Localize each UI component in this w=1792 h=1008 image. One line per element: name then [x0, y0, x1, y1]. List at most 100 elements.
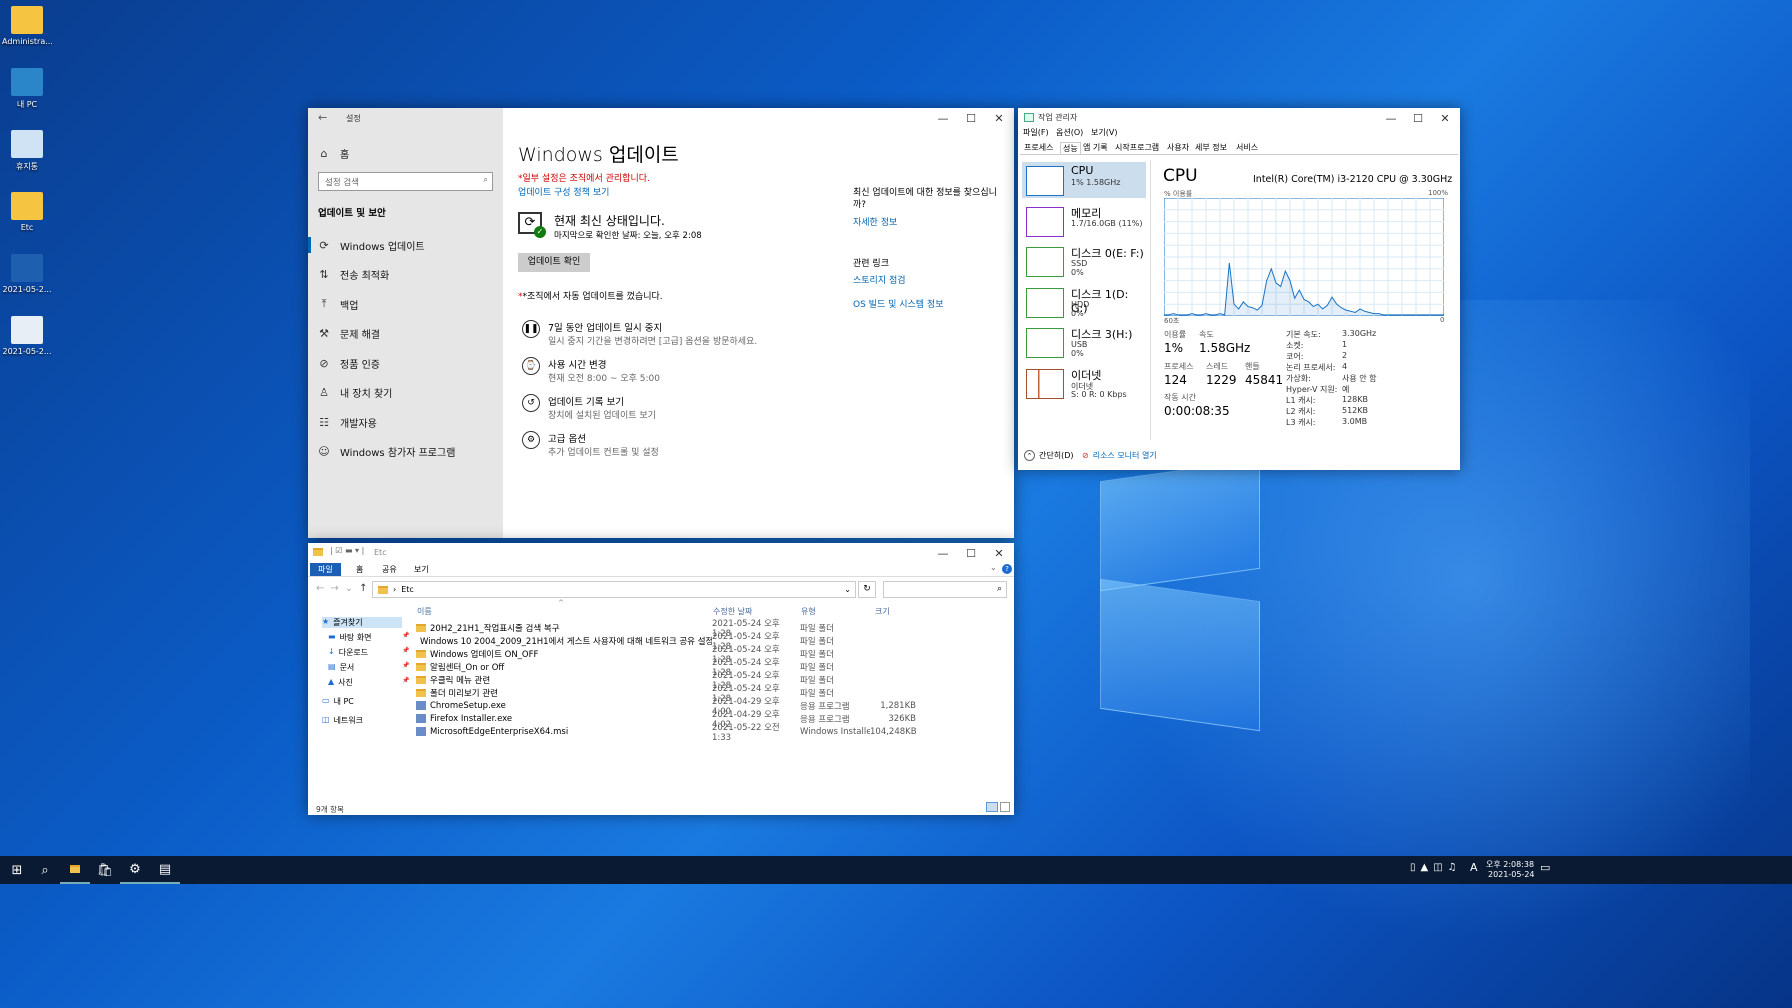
ribbon-expand-icon[interactable]: ⌄ — [990, 563, 997, 572]
nav-icon: ⚒ — [319, 327, 329, 340]
close-button[interactable]: ✕ — [984, 543, 1014, 565]
desktop-icon[interactable]: 내 PC — [2, 68, 52, 110]
details-view-icon[interactable] — [986, 802, 998, 812]
ime-indicator[interactable]: A — [1470, 861, 1478, 874]
settings-search-input[interactable]: 설정 검색 ⌕ — [318, 172, 493, 191]
close-button[interactable]: ✕ — [984, 108, 1014, 130]
resource-monitor-link[interactable]: ⊘ 리소스 모니터 열기 — [1082, 450, 1157, 461]
file-row[interactable]: 우클릭 메뉴 관련 2021-05-24 오후 1:28 파일 폴더 — [416, 671, 916, 691]
dropdown-icon[interactable]: ⌄ — [844, 585, 851, 594]
col-type[interactable]: 유형 — [801, 606, 816, 617]
search-icon[interactable]: ⌕ — [30, 856, 60, 884]
update-option[interactable]: ↺ 업데이트 기록 보기 장치에 설치된 업데이트 보기 — [522, 394, 656, 421]
policy-link[interactable]: 업데이트 구성 정책 보기 — [518, 185, 609, 198]
minimize-button[interactable]: — — [928, 543, 958, 565]
maximize-button[interactable]: ☐ — [956, 543, 986, 565]
perf-side-item[interactable]: CPU 1% 1.58GHz — [1026, 164, 1146, 200]
nav-buttons[interactable]: ←→⌄↑ — [316, 583, 374, 594]
update-option[interactable]: ⌚ 사용 시간 변경 현재 오전 8:00 ~ 오후 5:00 — [522, 357, 660, 384]
notification-icon[interactable]: ▭ — [1540, 861, 1550, 874]
explorer-nav-item[interactable]: ▤ 문서 📌 — [328, 662, 409, 673]
fewer-details-button[interactable]: ⌃ 간단히(D) — [1024, 450, 1073, 461]
taskmgr-tab[interactable]: 시작프로그램 — [1113, 142, 1161, 153]
menu-item[interactable]: 옵션(O) — [1056, 127, 1083, 138]
store-taskbar-icon[interactable]: 🛍 — [90, 856, 120, 884]
desktop-icon[interactable]: Administra... — [2, 6, 53, 46]
col-size[interactable]: 크기 — [875, 606, 890, 617]
check-updates-button[interactable]: 업데이트 확인 — [518, 253, 590, 272]
help-icon[interactable]: ? — [1002, 564, 1012, 574]
file-row[interactable]: 폴더 미리보기 관련 2021-05-24 오후 1:28 파일 폴더 — [416, 684, 916, 704]
clock-time[interactable]: 오후 2:08:38 — [1486, 859, 1534, 870]
taskmgr-tab[interactable]: 서비스 — [1234, 142, 1260, 153]
maximize-button[interactable]: ☐ — [1403, 108, 1433, 130]
perf-side-item[interactable]: 디스크 3(H:) USB 0% — [1026, 326, 1146, 362]
settings-nav-item[interactable]: ☷ 개발자용 — [318, 411, 377, 433]
refresh-button[interactable]: ↻ — [858, 581, 876, 598]
update-option[interactable]: ⚙ 고급 옵션 추가 업데이트 컨트롤 및 설정 — [522, 431, 659, 458]
file-explorer-taskbar-icon[interactable] — [60, 856, 90, 884]
explorer-nav-item[interactable]: ▭ 내 PC — [322, 696, 354, 707]
system-tray-icons[interactable]: ▯▲◫♫ — [1410, 862, 1462, 873]
home-nav[interactable]: ⌂ 홈 — [318, 142, 350, 164]
maximize-button[interactable]: ☐ — [956, 108, 986, 130]
taskmgr-tab[interactable]: 세부 정보 — [1193, 142, 1229, 153]
ribbon-tab[interactable]: 보기 — [406, 563, 437, 576]
explorer-nav-item[interactable]: ▲ 사진 📌 — [328, 677, 409, 688]
desktop-icon[interactable]: 휴지통 — [2, 130, 52, 172]
settings-nav-item[interactable]: ⇅ 전송 최적화 — [318, 264, 389, 286]
menu-item[interactable]: 보기(V) — [1091, 127, 1117, 138]
quick-access-toolbar[interactable]: | ☑ ▬ ▾ | — [330, 546, 364, 555]
ribbon-tab[interactable]: 공유 — [374, 563, 405, 576]
col-date[interactable]: 수정한 날짜 — [713, 606, 752, 617]
menu-item[interactable]: 파일(F) — [1023, 127, 1049, 138]
ribbon-tab[interactable]: 홈 — [348, 563, 371, 576]
taskmgr-tab[interactable]: 성능 — [1060, 142, 1081, 154]
file-row[interactable]: Firefox Installer.exe 2021-04-29 오후 4:02 응… — [416, 710, 916, 730]
settings-nav-item[interactable]: ⊘ 정품 인증 — [318, 352, 380, 374]
explorer-nav-item[interactable]: ▬ 바탕 화면 📌 — [328, 632, 409, 643]
file-row[interactable]: MicrosoftEdgeEnterpriseX64.msi 2021-05-22… — [416, 723, 917, 743]
explorer-search-input[interactable]: ⌕ — [883, 581, 1007, 598]
taskmgr-tab[interactable]: 사용자 — [1165, 142, 1191, 153]
file-row[interactable]: Windows 10 2004_2009_21H1에서 게스트 사용자에 대해 … — [416, 632, 916, 652]
explorer-nav-item[interactable]: ↓ 다운로드 📌 — [328, 647, 409, 658]
tiles-view-icon[interactable] — [1000, 802, 1010, 812]
perf-side-item[interactable]: 디스크 0(E: F:) SSD 0% — [1026, 245, 1146, 281]
file-row[interactable]: ChromeSetup.exe 2021-04-29 오후 4:00 응용 프로그램… — [416, 697, 916, 717]
col-name[interactable]: 이름 — [417, 606, 432, 617]
os-build-link[interactable]: OS 빌드 및 시스템 정보 — [853, 297, 943, 310]
settings-nav-item[interactable]: ☺ Windows 참가자 프로그램 — [318, 441, 455, 463]
perf-side-item[interactable]: 디스크 1(D: G:) HDD 0% — [1026, 286, 1146, 322]
close-button[interactable]: ✕ — [1430, 108, 1460, 130]
cpu-model: Intel(R) Core(TM) i3-2120 CPU @ 3.30GHz — [1253, 174, 1453, 185]
start-button[interactable]: ⊞ — [2, 856, 32, 884]
settings-nav-item[interactable]: ⟳ Windows 업데이트 — [318, 234, 424, 256]
desktop-icon[interactable]: 2021-05-2... — [2, 254, 52, 294]
ribbon-tab[interactable]: 파일 — [310, 563, 341, 576]
task-manager-taskbar-icon[interactable]: ▤ — [150, 856, 180, 884]
explorer-nav-item[interactable]: ★ 즐겨찾기 — [322, 617, 402, 628]
minimize-button[interactable]: — — [928, 108, 958, 130]
storage-check-link[interactable]: 스토리지 점검 — [853, 273, 906, 286]
settings-nav-item[interactable]: ⤒ 백업 — [318, 293, 359, 315]
file-row[interactable]: 20H2_21H1_작업표시줄 검색 복구 2021-05-24 오후 1:28 파… — [416, 619, 916, 639]
more-info-link[interactable]: 자세한 정보 — [853, 215, 897, 228]
address-bar[interactable]: › Etc ⌄ — [372, 581, 856, 598]
explorer-nav-item[interactable]: ◫ 네트워크 — [322, 715, 363, 726]
perf-side-item[interactable]: 메모리 1.7/16.0GB (11%) — [1026, 205, 1146, 241]
taskmgr-tab[interactable]: 앱 기록 — [1081, 142, 1110, 153]
settings-taskbar-icon[interactable]: ⚙ — [120, 856, 150, 884]
taskmgr-tab[interactable]: 프로세스 — [1022, 142, 1055, 153]
settings-nav-item[interactable]: ♙ 내 장치 찾기 — [318, 382, 392, 404]
minimize-button[interactable]: — — [1376, 108, 1406, 130]
clock-date[interactable]: 2021-05-24 — [1488, 870, 1535, 879]
file-row[interactable]: 알림센터_On or Off 2021-05-24 오후 1:28 파일 폴더 — [416, 658, 916, 678]
update-option[interactable]: ❚❚ 7일 동안 업데이트 일시 중지 일시 중지 기간을 변경하려면 [고급] 옵… — [522, 320, 757, 347]
back-arrow-icon[interactable]: ← — [318, 111, 327, 124]
settings-nav-item[interactable]: ⚒ 문제 해결 — [318, 323, 380, 345]
desktop-icon[interactable]: Etc — [2, 192, 52, 232]
desktop-icon[interactable]: 2021-05-2... — [2, 316, 52, 356]
perf-side-item[interactable]: 이더넷 이더넷 S: 0 R: 0 Kbps — [1026, 367, 1146, 403]
file-row[interactable]: Windows 업데이트 ON_OFF 2021-05-24 오후 1:28 파일 … — [416, 645, 916, 665]
